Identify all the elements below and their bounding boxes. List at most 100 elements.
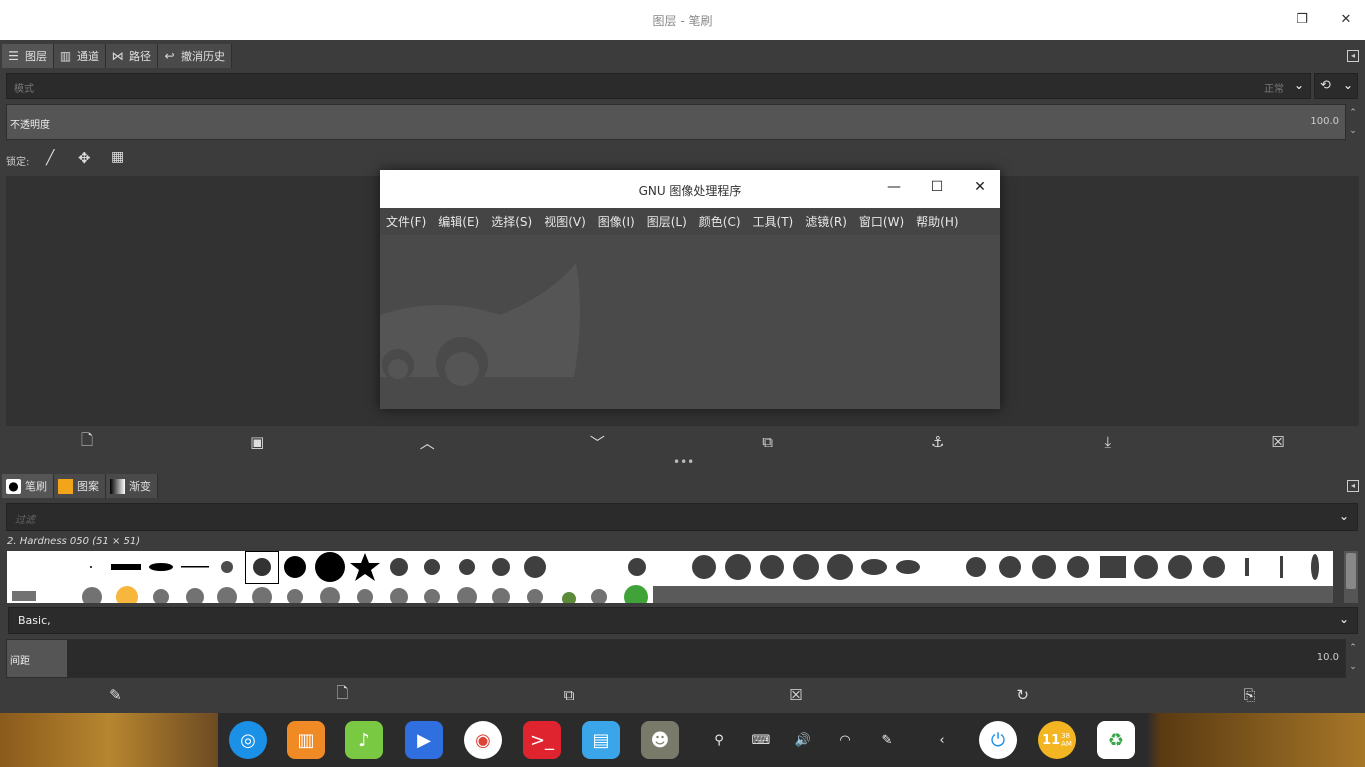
taskbar: ◎ ▥ ♪ ▶ ◉ >_ ▤ ☻ ⚲ ⌨ 🔊 ◠ ✎ ‹ ⏻ 11 38 AM ♻	[0, 713, 1365, 767]
brush-filter-combo[interactable]: 过滤 ⌄	[6, 503, 1358, 531]
top-tab-bar: ☰ 图层 ▥ 通道 ⋈ 路径 ↩ 撤消历史	[2, 44, 232, 68]
menu-image[interactable]: 图像(I)	[598, 213, 635, 230]
edit-brush-icon[interactable]: ✎	[105, 686, 125, 704]
new-layer-group-icon[interactable]: ▣	[247, 433, 267, 451]
tab-patterns[interactable]: ▨ 图案	[54, 474, 106, 498]
spacing-value: 10.0	[1316, 652, 1339, 663]
raise-layer-icon[interactable]: ︿	[417, 432, 437, 453]
lock-position-icon[interactable]: ✥	[78, 149, 91, 167]
wilber-watermark[interactable]	[380, 235, 1000, 409]
menu-windows[interactable]: 窗口(W)	[859, 213, 904, 230]
duplicate-layer-icon[interactable]: ⧉	[758, 433, 778, 451]
opacity-field[interactable]: 不透明度 100.0	[6, 104, 1346, 140]
layers-action-bar: 🗋 ▣ ︿ ﹀ ⧉ ⚓ ⤓ ☒	[2, 428, 1363, 456]
configure-tab-top-icon[interactable]: ◂	[1347, 50, 1359, 62]
power-icon[interactable]: ⏻	[979, 721, 1017, 759]
spacing-spinner[interactable]: ⌃ ⌄	[1347, 639, 1359, 678]
brushes-action-bar: ✎ 🗋 ⧉ ☒ ↻ ⎘	[2, 681, 1363, 709]
brush-grid-scrollbar[interactable]	[1344, 551, 1358, 603]
close-icon[interactable]: ✕	[970, 179, 990, 195]
opacity-spinner[interactable]: ⌃ ⌄	[1347, 104, 1359, 140]
selected-brush-label: 2. Hardness 050 (51 × 51)	[7, 536, 141, 547]
tab-gradients[interactable]: 渐变	[106, 474, 158, 498]
clock-hour: 11	[1042, 732, 1061, 748]
gimp-titlebar: GNU 图像处理程序 — ☐ ✕	[380, 170, 1000, 208]
chrome-icon[interactable]: ◉	[464, 721, 502, 759]
new-layer-icon[interactable]: 🗋	[77, 430, 97, 455]
restore-button[interactable]: ❐	[1292, 10, 1312, 30]
clock-ampm: AM	[1061, 740, 1072, 748]
brushes-icon: ●	[6, 478, 21, 494]
gimp-main-window: GNU 图像处理程序 — ☐ ✕ 文件(F) 编辑(E) 选择(S) 视图(V)…	[380, 170, 1000, 409]
chevron-down-icon: ⌄	[1293, 78, 1304, 92]
menu-edit[interactable]: 编辑(E)	[438, 213, 479, 230]
menu-layer[interactable]: 图层(L)	[647, 213, 687, 230]
tab-brushes[interactable]: ● 笔刷	[2, 474, 54, 498]
gimp-icon[interactable]: ☻	[641, 721, 679, 759]
brush-tag-combo[interactable]: Basic, ⌄	[8, 607, 1358, 634]
mode-placeholder: 模式	[14, 84, 34, 95]
pen-icon[interactable]: ✎	[877, 731, 897, 751]
brush-grid[interactable]	[7, 551, 1333, 603]
tab-layers[interactable]: ☰ 图层	[2, 44, 54, 68]
mode-combo[interactable]: 模式 正常 ⌄	[6, 73, 1311, 99]
collapse-tray-icon[interactable]: ‹	[932, 731, 952, 751]
lock-pixels-icon[interactable]: ╱	[46, 150, 54, 166]
maximize-icon[interactable]: ☐	[927, 179, 947, 195]
tab-paths[interactable]: ⋈ 路径	[106, 44, 158, 68]
delete-brush-icon[interactable]: ☒	[786, 686, 806, 704]
launcher-icon[interactable]: ◎	[229, 721, 267, 759]
terminal-icon[interactable]: >_	[523, 721, 561, 759]
chevron-down-icon: ⌄	[1342, 78, 1353, 92]
brush-thumbnails	[12, 552, 1333, 603]
chevron-down-icon: ⌄	[1338, 612, 1349, 626]
reset-icon: ⟲	[1320, 78, 1331, 93]
merge-layer-icon[interactable]: ⤓	[1098, 433, 1118, 451]
gimp-menubar: 文件(F) 编辑(E) 选择(S) 视图(V) 图像(I) 图层(L) 颜色(C…	[380, 208, 1000, 235]
tab-channels[interactable]: ▥ 通道	[54, 44, 106, 68]
dock-separator-handle[interactable]: •••	[673, 456, 694, 468]
patterns-icon: ▨	[58, 478, 73, 494]
menu-view[interactable]: 视图(V)	[544, 213, 586, 230]
menu-filters[interactable]: 滤镜(R)	[805, 213, 847, 230]
minimize-icon[interactable]: —	[884, 179, 904, 195]
menu-help[interactable]: 帮助(H)	[916, 213, 958, 230]
menu-file[interactable]: 文件(F)	[386, 213, 426, 230]
selected-brush	[245, 551, 279, 584]
usb-icon[interactable]: ⚲	[709, 731, 729, 751]
spacing-field[interactable]: 间距 10.0	[6, 639, 1346, 678]
trash-icon[interactable]: ♻	[1097, 721, 1135, 759]
wifi-icon[interactable]: ◠	[835, 731, 855, 751]
open-brush-as-image-icon[interactable]: ⎘	[1240, 686, 1260, 704]
lower-layer-icon[interactable]: ﹀	[587, 432, 607, 453]
tab-undo-history[interactable]: ↩ 撤消历史	[158, 44, 232, 68]
layers-icon: ☰	[8, 48, 19, 63]
file-manager-icon[interactable]: ▤	[582, 721, 620, 759]
keyboard-icon[interactable]: ⌨	[751, 731, 771, 751]
mode-reset-button[interactable]: ⟲ ⌄	[1314, 73, 1358, 99]
clock-widget[interactable]: 11 38 AM	[1038, 721, 1076, 759]
volume-icon[interactable]: 🔊	[793, 731, 813, 751]
menu-select[interactable]: 选择(S)	[491, 213, 532, 230]
window-title: 图层 - 笔刷	[652, 14, 713, 28]
opacity-label: 不透明度	[10, 120, 50, 131]
opacity-value: 100.0	[1310, 116, 1339, 127]
delete-layer-icon[interactable]: ☒	[1268, 433, 1288, 451]
video-player-icon[interactable]: ▶	[405, 721, 443, 759]
music-player-icon[interactable]: ♪	[345, 721, 383, 759]
menu-tools[interactable]: 工具(T)	[753, 213, 794, 230]
filter-placeholder: 过滤	[15, 515, 35, 526]
app-store-icon[interactable]: ▥	[287, 721, 325, 759]
anchor-layer-icon[interactable]: ⚓	[928, 433, 948, 451]
refresh-brushes-icon[interactable]: ↻	[1013, 686, 1033, 704]
channels-icon: ▥	[59, 48, 72, 63]
close-button[interactable]: ✕	[1336, 10, 1356, 30]
menu-colors[interactable]: 颜色(C)	[699, 213, 741, 230]
lock-alpha-icon[interactable]: ▦	[111, 149, 124, 165]
configure-tab-bottom-icon[interactable]: ◂	[1347, 480, 1359, 492]
bottom-tab-bar: ● 笔刷 ▨ 图案 渐变	[2, 474, 158, 498]
new-brush-icon[interactable]: 🗋	[332, 683, 352, 708]
tag-value: Basic,	[18, 614, 51, 627]
duplicate-brush-icon[interactable]: ⧉	[559, 686, 579, 704]
gradients-icon	[110, 478, 125, 494]
